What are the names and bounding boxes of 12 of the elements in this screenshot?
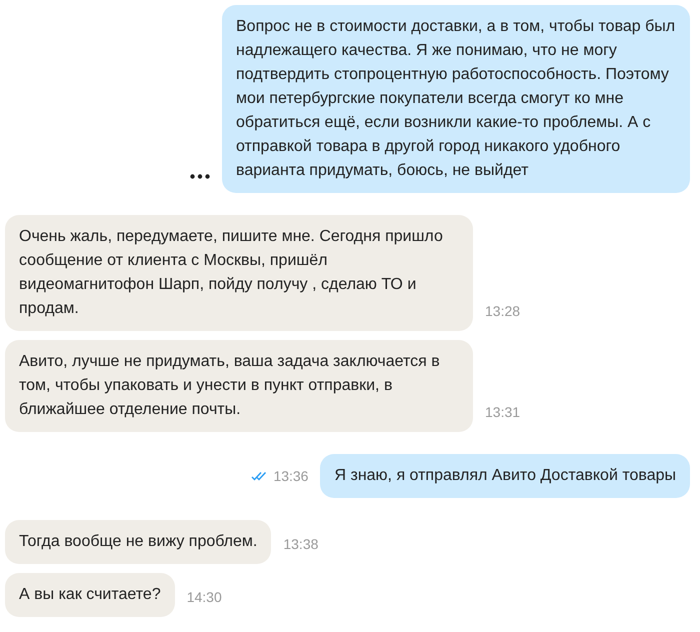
message-time: 13:38 [283, 535, 318, 554]
sent-message-bubble: Я знаю, я отправлял Авито Доставкой товары [320, 454, 690, 498]
more-icon[interactable] [190, 174, 210, 179]
message-time: 13:31 [485, 403, 520, 422]
received-message-bubble: А вы как считаете? [5, 573, 175, 617]
received-message-bubble: Очень жаль, передумаете, пишите мне. Сегодня пришло сообщение от клиента с Москвы, пришёл видеомагнитофон Шарп, пойду получу , сделаю ТО и продам. [5, 215, 473, 331]
received-message-bubble: Авито, лучше не придумать, ваша задача заключается в том, чтобы упаковать и унести в пункт отправки, в ближайшее отделение почты. [5, 340, 473, 432]
received-message-bubble: Тогда вообще не вижу проблем. [5, 520, 272, 564]
message-time: 13:36 [273, 467, 308, 486]
message-time: 13:28 [485, 302, 520, 321]
message-time: 14:30 [186, 588, 222, 607]
sent-message-bubble: Вопрос не в стоимости доставки, а в том, чтобы товар был надлежащего качества. Я же понимаю, что не могу подтвердить стопроцентную работоспособность. Поэтому мои петербургские покупатели всегда смогут ко мне обратиться ещё, если возникли какие-то проблемы. А с отправкой товара в другой город никакого удобного варианта придумать, боюсь, не выйдет [222, 5, 690, 193]
